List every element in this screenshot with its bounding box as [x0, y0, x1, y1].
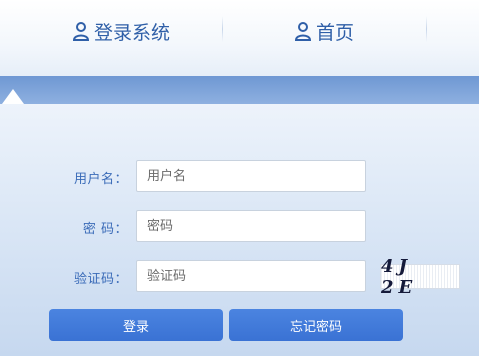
- login-button[interactable]: 登录: [49, 309, 223, 341]
- username-label: 用户名：: [73, 172, 128, 187]
- user-icon: [72, 21, 90, 41]
- username-input[interactable]: [136, 160, 366, 192]
- captcha-input[interactable]: [136, 260, 366, 292]
- nav-divider: [222, 16, 223, 42]
- captcha-image[interactable]: 4J 2E: [380, 256, 460, 298]
- nav-home-label: 首页: [316, 21, 355, 44]
- password-label: 密 码：: [82, 222, 128, 237]
- user-icon: [294, 21, 312, 41]
- forgot-password-button[interactable]: 忘记密码: [229, 309, 403, 341]
- nav-home[interactable]: 首页: [294, 16, 354, 46]
- nav-login-label: 登录系统: [94, 21, 171, 44]
- top-nav-bar: 登录系统 首页: [0, 0, 479, 76]
- nav-divider: [426, 16, 427, 42]
- captcha-label: 验证码：: [73, 272, 128, 287]
- nav-login-system[interactable]: 登录系统: [72, 16, 170, 46]
- password-input[interactable]: [136, 210, 366, 242]
- captcha-text: 4J 2E: [381, 255, 418, 298]
- tab-pointer: [2, 89, 24, 104]
- header-band: [0, 76, 479, 104]
